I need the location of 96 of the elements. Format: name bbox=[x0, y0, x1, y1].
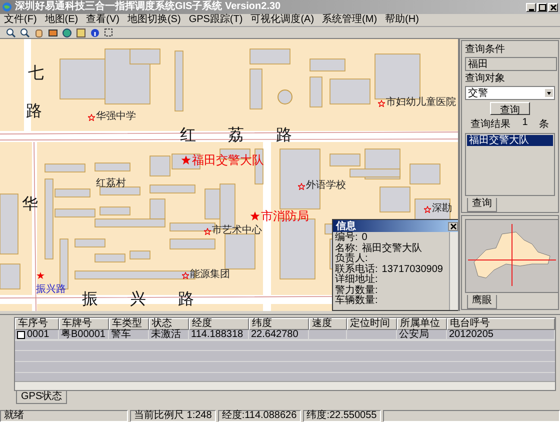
star-icon bbox=[250, 211, 260, 222]
maximize-icon bbox=[538, 4, 546, 10]
select-icon bbox=[104, 28, 114, 38]
star-icon bbox=[181, 155, 191, 166]
toolbar-button[interactable] bbox=[74, 26, 87, 38]
place-label: 外语学校 bbox=[306, 180, 346, 192]
place-label: 红荔村 bbox=[96, 178, 126, 190]
toolbar-button[interactable] bbox=[46, 26, 59, 38]
place-label: 市消防局 bbox=[261, 209, 309, 224]
road-label: 华 bbox=[22, 194, 70, 214]
star-icon bbox=[298, 182, 305, 190]
scroll-bar[interactable] bbox=[449, 232, 458, 310]
menu-item[interactable]: 系统管理(M) bbox=[322, 14, 378, 26]
scroll-bar[interactable] bbox=[15, 381, 555, 390]
close-icon bbox=[450, 222, 456, 230]
cell-text: 0001 bbox=[27, 330, 50, 340]
close-button[interactable] bbox=[548, 2, 558, 12]
tab[interactable]: 鹰眼 bbox=[467, 295, 497, 309]
zoom-out-icon bbox=[20, 28, 30, 38]
result-count: 1 bbox=[522, 117, 528, 130]
menu-item[interactable]: 可视化调度(A) bbox=[250, 14, 314, 26]
toolbar-button[interactable] bbox=[18, 26, 31, 38]
window-title: 深圳好易通科技三合一指挥调度系统GIS子系统 Version2.30 bbox=[15, 0, 282, 14]
toolbar-button[interactable] bbox=[60, 26, 73, 38]
road-label: 振兴路 bbox=[82, 289, 226, 308]
tab[interactable]: 查询 bbox=[467, 198, 497, 212]
place-label: 华强中学 bbox=[96, 111, 136, 123]
input-field[interactable]: 福田 bbox=[465, 57, 557, 71]
place-label: 福田交警大队 bbox=[192, 153, 264, 168]
zoom-in-icon bbox=[6, 28, 16, 38]
cell-text: 公安局 bbox=[399, 330, 429, 340]
list-item[interactable]: 福田交警大队 bbox=[467, 135, 553, 146]
road-label: 红荔路 bbox=[180, 125, 324, 144]
hand-icon bbox=[34, 28, 44, 38]
field-label: 负责人: bbox=[335, 254, 368, 264]
place-label: 市妇幼儿童医院 bbox=[386, 97, 456, 109]
star-icon bbox=[204, 228, 211, 234]
column-header[interactable]: 电台呼号 bbox=[447, 318, 555, 330]
menu-item[interactable]: 查看(V) bbox=[86, 14, 120, 26]
globe-icon bbox=[2, 2, 12, 12]
menu-item[interactable]: 帮助(H) bbox=[385, 14, 419, 26]
field-label: 查询结果 bbox=[470, 118, 511, 131]
map-icon bbox=[76, 28, 86, 38]
star-icon bbox=[182, 272, 189, 278]
query-button[interactable]: 查询 bbox=[490, 102, 530, 115]
star-icon bbox=[378, 100, 385, 106]
menu-item[interactable]: 地图(E) bbox=[44, 14, 78, 26]
field-label: 查询条件 bbox=[465, 44, 506, 55]
road-label: 振兴路 bbox=[36, 284, 66, 296]
toolbar-button[interactable] bbox=[4, 26, 17, 38]
dropdown[interactable]: 交警 bbox=[465, 86, 555, 100]
maximize-button[interactable] bbox=[537, 2, 547, 12]
popup-title: 信息 bbox=[336, 220, 356, 232]
toolbar-button[interactable] bbox=[88, 26, 101, 38]
status-text: 当前比例尺 1:248 bbox=[130, 410, 216, 422]
toolbar-button[interactable] bbox=[102, 26, 115, 38]
menu-item[interactable]: GPS跟踪(T) bbox=[188, 14, 243, 26]
field-label: 查询对象 bbox=[465, 73, 506, 84]
column-header[interactable]: 状态 bbox=[149, 318, 189, 330]
field-label: 编号: bbox=[335, 233, 358, 243]
globe-icon bbox=[62, 28, 72, 38]
close-icon bbox=[550, 4, 556, 10]
close-button[interactable] bbox=[448, 222, 458, 230]
road-label: 七 bbox=[28, 63, 76, 82]
status-text: 经度:114.088626 bbox=[218, 410, 301, 422]
info-icon bbox=[90, 28, 100, 38]
field-label: 详细地址: bbox=[335, 275, 378, 285]
field-label: 联系电话: bbox=[335, 264, 378, 274]
cell-text: 警车 bbox=[111, 330, 131, 340]
layers-icon bbox=[48, 28, 58, 38]
star-icon bbox=[424, 206, 431, 212]
unit-label: 条 bbox=[539, 118, 550, 131]
cell-text: 粤B00001 bbox=[61, 330, 106, 340]
field-value: 13717030909 bbox=[382, 264, 443, 275]
menu-item[interactable]: 地图切换(S) bbox=[127, 14, 181, 26]
cell-text: 22.642780 bbox=[251, 330, 298, 340]
column-header[interactable]: 所属单位 bbox=[397, 318, 447, 330]
status-text: 纬度:22.550055 bbox=[302, 410, 381, 422]
caret-icon bbox=[545, 89, 553, 97]
menu-item[interactable]: 文件(F) bbox=[4, 14, 37, 26]
cell-text: 114.188318 bbox=[191, 330, 244, 340]
field-label: 警力数量: bbox=[335, 286, 378, 296]
field-value: 0 bbox=[362, 233, 368, 243]
cell-text: 20120205 bbox=[449, 330, 494, 340]
place-label: 能源集团 bbox=[190, 269, 230, 281]
field-label: 名称: bbox=[335, 244, 358, 254]
cell-text: 未激活 bbox=[151, 330, 181, 340]
minimize-button[interactable] bbox=[526, 2, 536, 12]
road-label: 路 bbox=[26, 101, 74, 120]
place-label: 市艺术中心 bbox=[212, 225, 262, 237]
status-text: 就绪 bbox=[0, 410, 128, 422]
checkbox[interactable] bbox=[17, 331, 25, 339]
field-value: 福田交警大队 bbox=[362, 244, 422, 254]
field-label: 车辆数量: bbox=[335, 296, 378, 306]
tab[interactable]: GPS状态 bbox=[16, 391, 68, 404]
star-icon bbox=[88, 114, 95, 120]
